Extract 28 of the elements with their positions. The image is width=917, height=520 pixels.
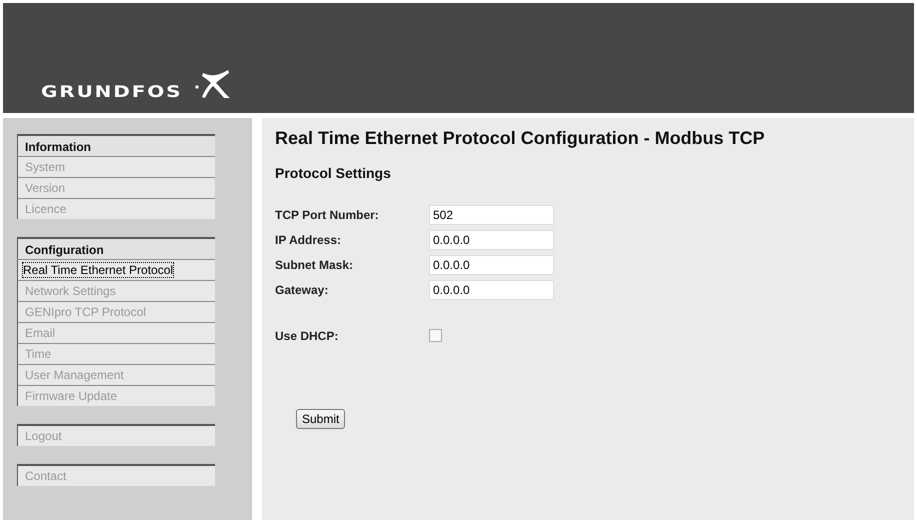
input-field[interactable]: 0.0.0.0 <box>429 230 554 250</box>
field-label: Subnet Mask: <box>275 258 354 272</box>
menu-item[interactable]: Email <box>17 323 215 344</box>
menu-item[interactable]: User Management <box>17 365 215 386</box>
page-title: Real Time Ethernet Protocol Configuration - Modbus TCP <box>275 128 766 149</box>
menu-item[interactable]: Version <box>17 178 215 199</box>
field-label: Gateway: <box>275 283 330 297</box>
menu-item[interactable]: Real Time Ethernet Protocol <box>17 260 215 281</box>
menu-item[interactable]: Firmware Update <box>17 386 215 406</box>
menu-item[interactable]: Contact <box>17 464 215 486</box>
section-heading: Protocol Settings <box>275 165 392 181</box>
field-label: Use DHCP: <box>275 329 340 343</box>
input-field[interactable]: 502 <box>429 205 554 225</box>
menu-group-title: Configuration <box>17 237 215 260</box>
menu-item[interactable]: Licence <box>17 199 215 219</box>
field-label: IP Address: <box>275 233 342 247</box>
submit-button[interactable]: Submit <box>296 409 346 429</box>
menu-group-title: Information <box>17 134 215 157</box>
menu-item[interactable]: System <box>17 157 215 178</box>
input-field[interactable]: 0.0.0.0 <box>429 280 554 300</box>
menu-item[interactable]: Logout <box>17 424 215 446</box>
menu-item[interactable]: Network Settings <box>17 281 215 302</box>
menu-item[interactable]: GENIpro TCP Protocol <box>17 302 215 323</box>
menu-item[interactable]: Time <box>17 344 215 365</box>
field-label: TCP Port Number: <box>275 208 380 222</box>
checkbox[interactable] <box>429 329 442 342</box>
input-field[interactable]: 0.0.0.0 <box>429 255 554 275</box>
logo-text: GRUNDFOS <box>41 83 182 101</box>
